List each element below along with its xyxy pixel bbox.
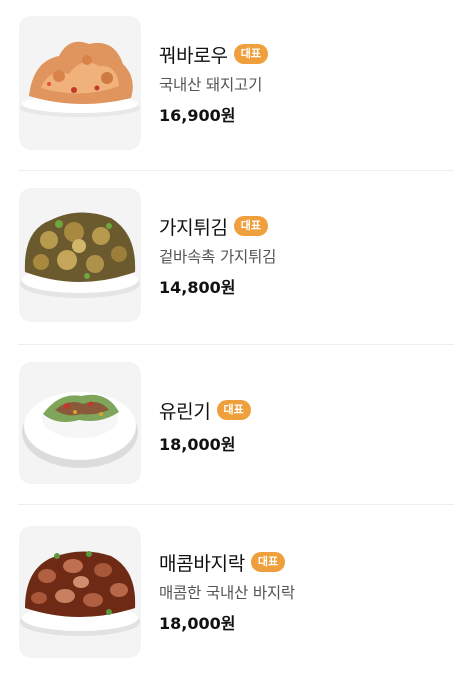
menu-item-price: 16,900원 (159, 106, 236, 125)
menu-item-price: 18,000원 (159, 614, 236, 633)
menu-item-name: 유린기 (159, 400, 211, 423)
name-row: 꿔바로우 대표 (159, 40, 268, 68)
menu-item-name: 매콤바지락 (159, 552, 245, 575)
menu-item-yuringi[interactable]: 유린기 대표 18,000원 (0, 346, 466, 520)
menu-item-info: 꿔바로우 대표 국내산 돼지고기 16,900원 (159, 40, 268, 126)
fried-eggplant-image (19, 188, 141, 322)
menu-item-info: 매콤바지락 대표 매콤한 국내산 바지락 18,000원 (159, 548, 295, 634)
menu-item-price: 14,800원 (159, 278, 236, 297)
name-row: 유린기 대표 (159, 396, 251, 424)
menu-item-fried-eggplant[interactable]: 가지튀김 대표 겉바속촉 가지튀김 14,800원 (0, 172, 466, 346)
name-row: 매콤바지락 대표 (159, 548, 295, 576)
menu-item-kkwobarou[interactable]: 꿔바로우 대표 국내산 돼지고기 16,900원 (0, 0, 466, 174)
signature-badge: 대표 (250, 552, 286, 572)
divider (18, 504, 454, 505)
menu-item-info: 유린기 대표 18,000원 (159, 396, 251, 455)
fried-pork-image (19, 16, 141, 150)
menu-item-info: 가지튀김 대표 겉바속촉 가지튀김 14,800원 (159, 212, 276, 298)
spicy-clam-image (19, 526, 141, 658)
menu-item-description: 국내산 돼지고기 (159, 76, 263, 94)
name-row: 가지튀김 대표 (159, 212, 276, 240)
menu-list: 꿔바로우 대표 국내산 돼지고기 16,900원 가지튀김 대표 겉바속촉 가지… (0, 0, 466, 677)
menu-item-description: 겉바속촉 가지튀김 (159, 248, 277, 266)
signature-badge: 대표 (233, 44, 268, 64)
signature-badge: 대표 (233, 216, 268, 236)
menu-item-name: 가지튀김 (159, 216, 228, 239)
divider (18, 344, 454, 345)
divider (18, 170, 454, 171)
menu-item-spicy-clam[interactable]: 매콤바지락 대표 매콤한 국내산 바지락 18,000원 (0, 508, 466, 677)
menu-item-price: 18,000원 (159, 435, 236, 454)
menu-item-description: 매콤한 국내산 바지락 (159, 584, 295, 602)
yuringi-image (19, 362, 141, 484)
signature-badge: 대표 (216, 400, 251, 420)
menu-item-name: 꿔바로우 (159, 44, 228, 67)
